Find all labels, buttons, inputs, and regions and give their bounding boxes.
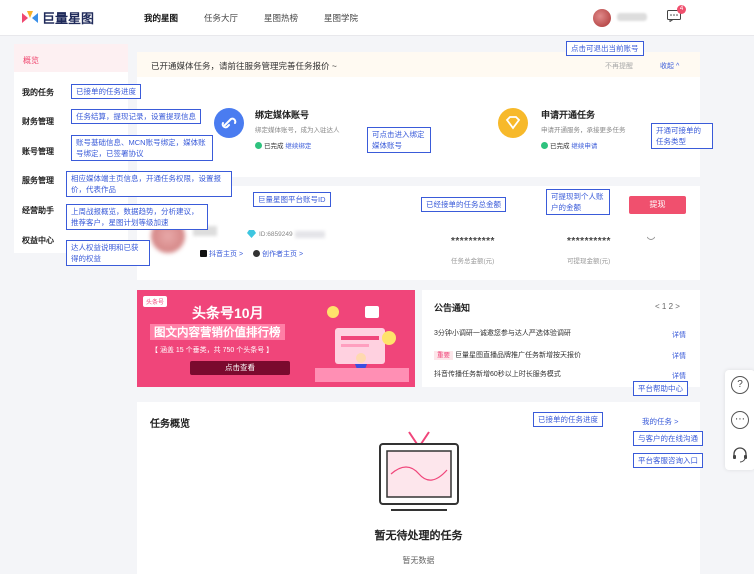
notice-title: 公告通知 [434, 303, 471, 313]
brand-name: 巨量星图 [42, 11, 95, 26]
step-bind-status-text: 已完成 [264, 143, 284, 150]
my-tasks-link[interactable]: 我的任务 > [642, 416, 678, 427]
collapse-link[interactable]: 收起 ^ [660, 61, 679, 71]
sidebar-item-overview[interactable]: 概览 [14, 44, 128, 72]
nav-task-hall[interactable]: 任务大厅 [204, 12, 238, 24]
verified-diamond-icon [247, 230, 256, 238]
empty-state-subtitle: 暂无数据 [402, 556, 435, 565]
promo-desc: 【 涵盖 15 个垂类，共 750 个头条号 】 [151, 347, 274, 354]
douyin-home-link[interactable]: 抖音主页 > [200, 249, 243, 259]
sidebar-item-service[interactable]: 服务管理 [22, 175, 54, 186]
promo-illustration-icon [315, 306, 409, 382]
douyin-icon [200, 250, 207, 257]
promo-cta-button[interactable]: 点击查看 [190, 361, 290, 375]
empty-state-title: 暂无待处理的任务 [374, 530, 463, 542]
brand-logo[interactable]: 巨量星图 [22, 8, 94, 27]
important-tag: 重要 [434, 351, 453, 360]
continue-apply-link[interactable]: 继续申请 [571, 143, 597, 150]
sidebar-item-business-assistant[interactable]: 经营助手 [22, 205, 54, 216]
sidebar-item-my-tasks[interactable]: 我的任务 [22, 87, 54, 98]
notice-detail-link[interactable]: 详情 [672, 351, 686, 361]
notice-row[interactable]: 抖音传播任务新增60秒以上时长服务模式 [434, 369, 561, 379]
step-bind-status: 已完成 继续绑定 [255, 140, 311, 150]
nav-hot-list[interactable]: 星图热榜 [264, 12, 298, 24]
callout-logout: 点击可退出当前账号 [566, 41, 644, 56]
nav-my-xingtu[interactable]: 我的星图 [144, 12, 178, 24]
dismiss-link[interactable]: 不再提醒 [605, 61, 633, 71]
step-apply-title: 申请开通任务 [541, 110, 596, 120]
eye-icon[interactable] [647, 236, 655, 242]
nav-academy[interactable]: 星图学院 [324, 12, 358, 24]
douyin-home-label: 抖音主页 > [209, 251, 244, 258]
top-bar: 巨量星图 我的星图 任务大厅 星图热榜 星图学院 4 [0, 0, 754, 36]
logo-icon [22, 10, 38, 23]
sidebar-item-benefits[interactable]: 权益中心 [22, 235, 54, 246]
callout-task-types: 开通可接单的任务类型 [651, 123, 713, 149]
withdraw-button[interactable]: 提现 [629, 196, 686, 214]
help-center-icon[interactable]: ? [731, 376, 749, 394]
notice-row[interactable]: 重要 巨量星图直播品牌推广任务新增按天报价 [434, 349, 581, 360]
promo-tag: 头条号 [143, 296, 168, 307]
callout-total-amount: 已经接单的任务总金额 [421, 197, 506, 212]
callout-bind-media: 可点击进入绑定媒体账号 [367, 127, 431, 153]
promo-title: 头条号10月 [192, 305, 264, 321]
creator-icon [253, 250, 260, 257]
account-id-blurred [295, 231, 325, 238]
task-overview-title: 任务概览 [150, 419, 190, 430]
message-badge: 4 [677, 5, 686, 14]
step-bind-sub: 绑定媒体账号，成为入驻达人 [255, 127, 340, 134]
account-id: ID:6859249 [259, 231, 293, 238]
account-card: ID:6859249 抖音主页 > 创作者主页 > ********** 任务总… [137, 186, 700, 280]
avatar[interactable] [593, 9, 611, 27]
task-overview-card: 任务概览 我的任务 > 暂无待处理的任务 暂无数据 [137, 402, 700, 574]
main-nav: 我的星图 任务大厅 星图热榜 星图学院 [144, 12, 384, 24]
notice-row-text: 巨量星图直播品牌推广任务新增按天报价 [454, 352, 581, 359]
creator-home-label: 创作者主页 > [262, 251, 304, 258]
callout-benefits: 达人权益说明和已获得的权益 [66, 240, 150, 266]
callout-platform-id: 巨量星图平台账号ID [253, 192, 331, 207]
diamond-icon [498, 108, 528, 138]
callout-my-tasks: 已接单的任务进度 [71, 84, 141, 99]
notice-pager[interactable]: < 1 2 > [655, 302, 680, 311]
notice-detail-link[interactable]: 详情 [672, 330, 686, 340]
notice-detail-link[interactable]: 详情 [672, 371, 686, 381]
withdrawable-amount-label: 可提现金额(元) [567, 258, 611, 265]
creator-home-link[interactable]: 创作者主页 > [253, 249, 303, 259]
step-apply-status-text: 已完成 [550, 143, 570, 150]
customer-service-icon[interactable] [731, 445, 749, 463]
total-amount: ********** [451, 236, 495, 247]
callout-customer-service: 平台客服咨询入口 [633, 453, 703, 468]
step-apply-status: 已完成 继续申请 [541, 140, 597, 150]
promo-banner[interactable]: 头条号 头条号10月 图文内容营销价值排行榜 【 涵盖 15 个垂类，共 750… [137, 290, 415, 387]
check-icon [255, 142, 262, 149]
link-icon [214, 108, 244, 138]
step-bind-title: 绑定媒体账号 [255, 110, 310, 120]
continue-bind-link[interactable]: 继续绑定 [285, 143, 311, 150]
promo-subtitle: 图文内容营销价值排行榜 [150, 324, 285, 340]
withdrawable-amount: ********** [567, 236, 611, 247]
notice-strip-text: 已开通媒体任务，请前往服务管理完善任务报价 ~ [151, 61, 337, 71]
callout-finance: 任务结算，提现记录，设置提现信息 [71, 109, 201, 124]
total-amount-label: 任务总金额(元) [451, 258, 495, 265]
check-icon [541, 142, 548, 149]
sidebar-item-finance[interactable]: 财务管理 [22, 116, 54, 127]
chat-icon[interactable]: ⋯ [731, 411, 749, 429]
callout-service: 相应媒体端主页信息，开通任务权限，设置报价，代表作品 [66, 171, 232, 197]
user-name-blurred[interactable] [617, 13, 647, 21]
callout-account: 账号基础信息、MCN账号绑定，媒体账号绑定，已签署协议 [71, 135, 213, 161]
callout-business-assistant: 上周战报概览，数据趋势，分析建议，推荐客户，星图计划等级加速 [66, 204, 208, 230]
empty-tv-icon [379, 431, 459, 511]
callout-withdrawable: 可提现到个人账户的金额 [546, 189, 610, 215]
step-apply-sub: 申请开通服务，承接更多任务 [541, 127, 626, 134]
notice-panel: 公告通知 < 1 2 > 3分钟小调研一诚邀您参与达人严选体验调研 详情 重要 … [422, 290, 700, 387]
callout-online-chat: 与客户的在线沟通 [633, 431, 703, 446]
callout-task-progress: 已接单的任务进度 [533, 412, 603, 427]
callout-help-center: 平台帮助中心 [633, 381, 688, 396]
sidebar-item-account[interactable]: 账号管理 [22, 146, 54, 157]
notice-row[interactable]: 3分钟小调研一诚邀您参与达人严选体验调研 [434, 328, 571, 338]
